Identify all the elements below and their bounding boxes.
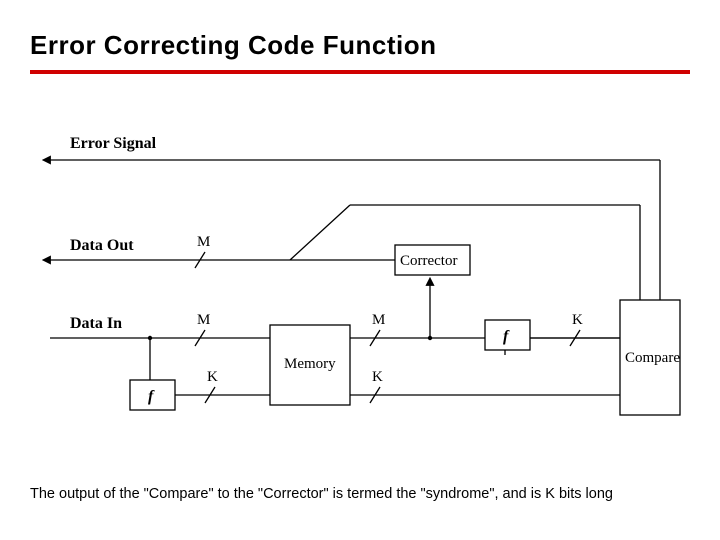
- block-diagram: Error Signal Data Out M Data In M f K Me…: [0, 0, 720, 540]
- node-m-branch: [428, 336, 432, 340]
- block-compare-label: Compare: [625, 350, 680, 366]
- sig-k2: K: [372, 369, 383, 385]
- sig-k1: K: [207, 369, 218, 385]
- node-datain: [148, 336, 152, 340]
- sig-m3: M: [372, 312, 385, 328]
- block-memory-label: Memory: [284, 356, 336, 372]
- label-data-in: Data In: [70, 315, 122, 332]
- label-data-out: Data Out: [70, 237, 134, 254]
- caption: The output of the "Compare" to the "Corr…: [30, 486, 613, 502]
- sig-k3: K: [572, 312, 583, 328]
- wire-syndrome-diag: [290, 205, 350, 260]
- label-error-signal: Error Signal: [70, 135, 157, 152]
- sig-m-out: M: [197, 234, 210, 250]
- block-corrector-label: Corrector: [400, 253, 457, 269]
- sig-m-in: M: [197, 312, 210, 328]
